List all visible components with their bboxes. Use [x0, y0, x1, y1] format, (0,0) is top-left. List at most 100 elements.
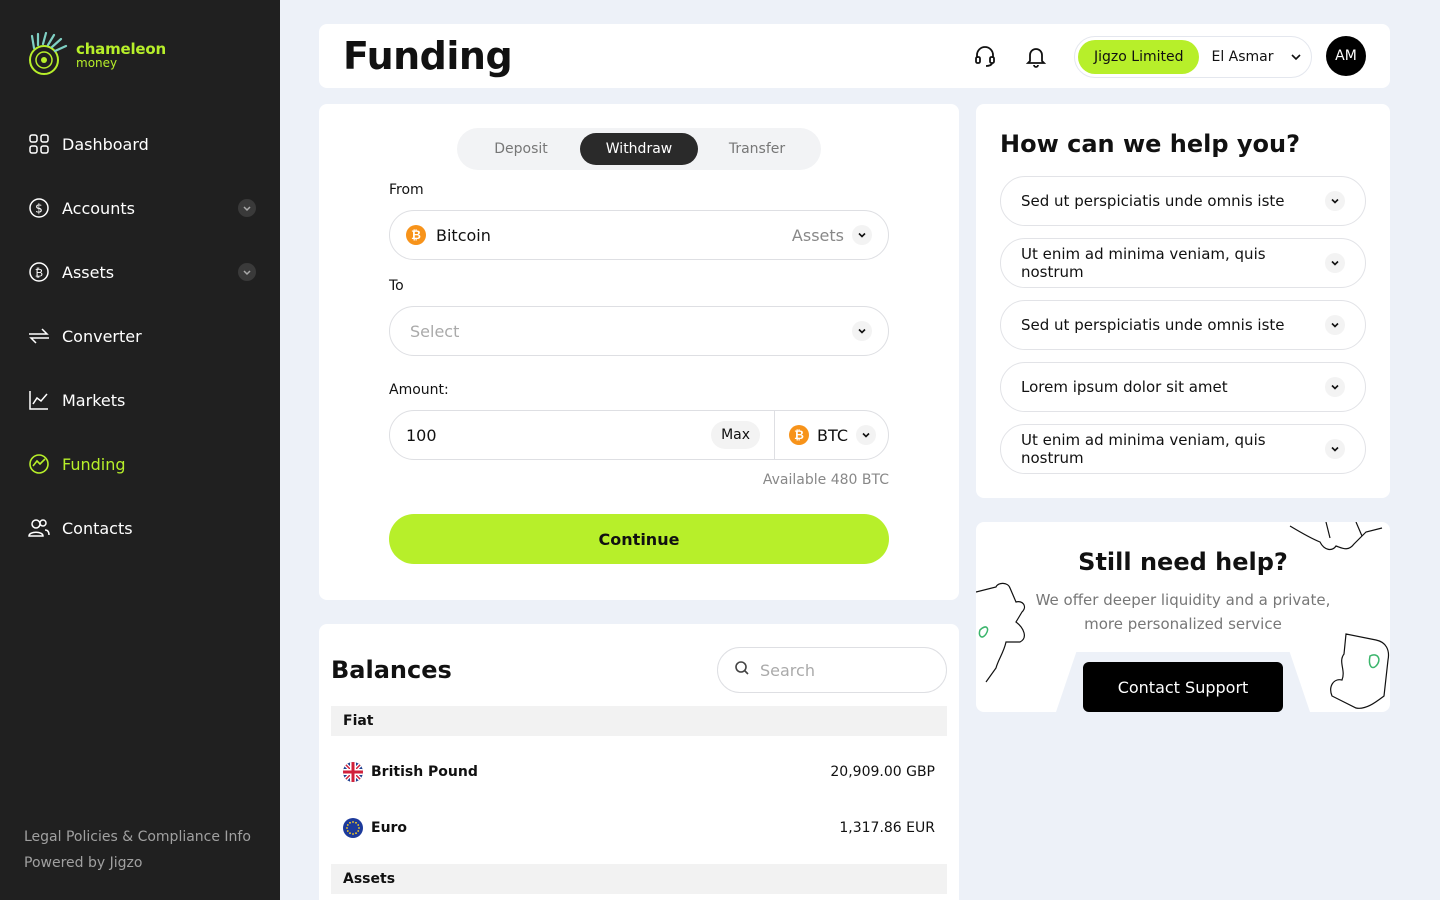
users-icon [28, 517, 50, 539]
sidebar-item-label: Assets [62, 262, 115, 282]
faq-question: Lorem ipsum dolor sit amet [1021, 378, 1228, 396]
balance-row[interactable]: British Pound 20,909.00 GBP [331, 752, 947, 792]
sidebar-item-label: Contacts [62, 518, 133, 538]
tab-transfer[interactable]: Transfer [698, 133, 816, 165]
continue-button[interactable]: Continue [389, 514, 889, 564]
to-label: To [389, 278, 404, 294]
funding-tabs: Deposit Withdraw Transfer [457, 128, 821, 170]
faq-question: Ut enim ad minima veniam, quis nostrum [1021, 245, 1266, 281]
amount-input[interactable]: 100 [406, 426, 711, 445]
sidebar-item-dashboard[interactable]: Dashboard [0, 112, 280, 176]
from-type: Assets [791, 225, 844, 245]
max-button[interactable]: Max [711, 421, 761, 449]
brand-name: chameleon [76, 39, 166, 58]
sidebar-item-assets[interactable]: ₿ Assets [0, 240, 280, 304]
faq-question: Ut enim ad minima veniam, quis nostrum [1021, 431, 1266, 467]
search-icon [734, 660, 750, 680]
headset-icon[interactable] [969, 40, 1001, 72]
chevron-down-icon [1325, 377, 1345, 397]
dollar-icon: $ [28, 197, 50, 219]
funding-card: Deposit Withdraw Transfer From ₿ Bitcoin… [319, 104, 959, 600]
chevron-down-icon [1284, 51, 1308, 63]
balance-name: Euro [371, 820, 408, 836]
sidebar-item-contacts[interactable]: Contacts [0, 496, 280, 560]
faq-item[interactable]: Ut enim ad minima veniam, quis nostrum [1000, 238, 1366, 288]
fiat-group-header: Fiat [331, 706, 947, 736]
balance-amount: 1,317.86 EUR [839, 820, 935, 836]
from-value: Bitcoin [436, 225, 491, 245]
support-title: Still need help? [1078, 548, 1288, 576]
balances-card: Balances Fiat British Pound 20,909.00 GB… [319, 624, 959, 900]
faq-item[interactable]: Ut enim ad minima veniam, quis nostrum [1000, 424, 1366, 474]
sidebar-item-funding[interactable]: Funding [0, 432, 280, 496]
eu-flag-icon [343, 818, 363, 838]
sidebar-item-label: Dashboard [62, 134, 149, 154]
chevron-down-icon [852, 225, 872, 245]
organization-badge: Jigzo Limited [1078, 40, 1200, 74]
chameleon-logo-icon [29, 32, 68, 75]
faq-item[interactable]: Lorem ipsum dolor sit amet [1000, 362, 1366, 412]
amount-label: Amount: [389, 382, 449, 398]
bitcoin-icon: ₿ [789, 425, 810, 445]
sidebar-item-label: Markets [62, 390, 126, 410]
svg-text:₿: ₿ [35, 267, 43, 280]
chevron-down-icon[interactable] [238, 263, 256, 281]
chevron-down-icon [1325, 253, 1345, 273]
sidebar-footer: Legal Policies & Compliance Info Powered… [24, 824, 251, 876]
sidebar-item-converter[interactable]: Converter [0, 304, 280, 368]
chevron-down-icon [1325, 315, 1345, 335]
uk-flag-icon [343, 762, 363, 782]
top-header: Funding Jigzo Limited El Asmar AM [319, 24, 1390, 88]
faq-question: Sed ut perspiciatis unde omnis iste [1021, 316, 1285, 334]
tab-deposit[interactable]: Deposit [462, 133, 580, 165]
support-card: Still need help? We offer deeper liquidi… [976, 522, 1390, 712]
support-text: We offer deeper liquidity and a private,… [1035, 591, 1331, 633]
amount-field[interactable]: 100 Max ₿ BTC [389, 410, 889, 460]
powered-by: Powered by Jigzo [24, 855, 143, 871]
tab-withdraw[interactable]: Withdraw [580, 133, 698, 165]
bitcoin-icon: ₿ [406, 225, 426, 245]
chevron-down-icon [1325, 191, 1345, 211]
currency-select[interactable]: BTC [817, 426, 848, 445]
bitcoin-icon: ₿ [28, 261, 50, 283]
faq-item[interactable]: Sed ut perspiciatis unde omnis iste [1000, 176, 1366, 226]
brand-sub: money [76, 55, 118, 70]
grid-icon [28, 133, 50, 155]
sidebar-item-accounts[interactable]: $ Accounts [0, 176, 280, 240]
sidebar-item-markets[interactable]: Markets [0, 368, 280, 432]
balances-search[interactable] [717, 647, 947, 693]
svg-text:$: $ [35, 202, 43, 216]
available-balance: Available 480 BTC [762, 472, 889, 488]
from-label: From [389, 182, 424, 198]
from-select[interactable]: ₿ Bitcoin Assets [389, 210, 889, 260]
sidebar-item-label: Accounts [62, 198, 135, 218]
organization-user: El Asmar [1211, 49, 1274, 65]
help-card: How can we help you? Sed ut perspiciatis… [976, 104, 1390, 498]
amount-divider [774, 410, 776, 460]
arrows-icon [28, 325, 50, 347]
sidebar-item-label: Converter [62, 326, 142, 346]
bell-icon[interactable] [1020, 40, 1052, 72]
legal-link[interactable]: Legal Policies & Compliance Info [24, 824, 251, 850]
page-title: Funding [343, 34, 513, 78]
chevron-down-icon[interactable] [238, 199, 256, 217]
faq-item[interactable]: Sed ut perspiciatis unde omnis iste [1000, 300, 1366, 350]
puzzle-piece-icon [1330, 633, 1390, 709]
balances-title: Balances [331, 656, 452, 684]
contact-support-button[interactable]: Contact Support [1083, 662, 1283, 712]
balance-row[interactable]: Euro 1,317.86 EUR [331, 808, 947, 848]
chevron-down-icon [852, 321, 872, 341]
assets-group-header: Assets [331, 864, 947, 894]
brand-logo[interactable]: chameleon money [24, 32, 166, 78]
chevron-down-icon [1325, 439, 1345, 459]
chevron-down-icon [856, 425, 876, 445]
help-title: How can we help you? [1000, 130, 1301, 158]
to-select[interactable]: Select [389, 306, 889, 356]
search-input[interactable] [760, 660, 930, 680]
faq-question: Sed ut perspiciatis unde omnis iste [1021, 192, 1285, 210]
avatar[interactable]: AM [1326, 36, 1366, 76]
funding-icon [28, 453, 50, 475]
organization-switcher[interactable]: Jigzo Limited El Asmar [1074, 36, 1312, 78]
sidebar-item-label: Funding [62, 454, 126, 474]
puzzle-piece-icon [976, 582, 1026, 683]
